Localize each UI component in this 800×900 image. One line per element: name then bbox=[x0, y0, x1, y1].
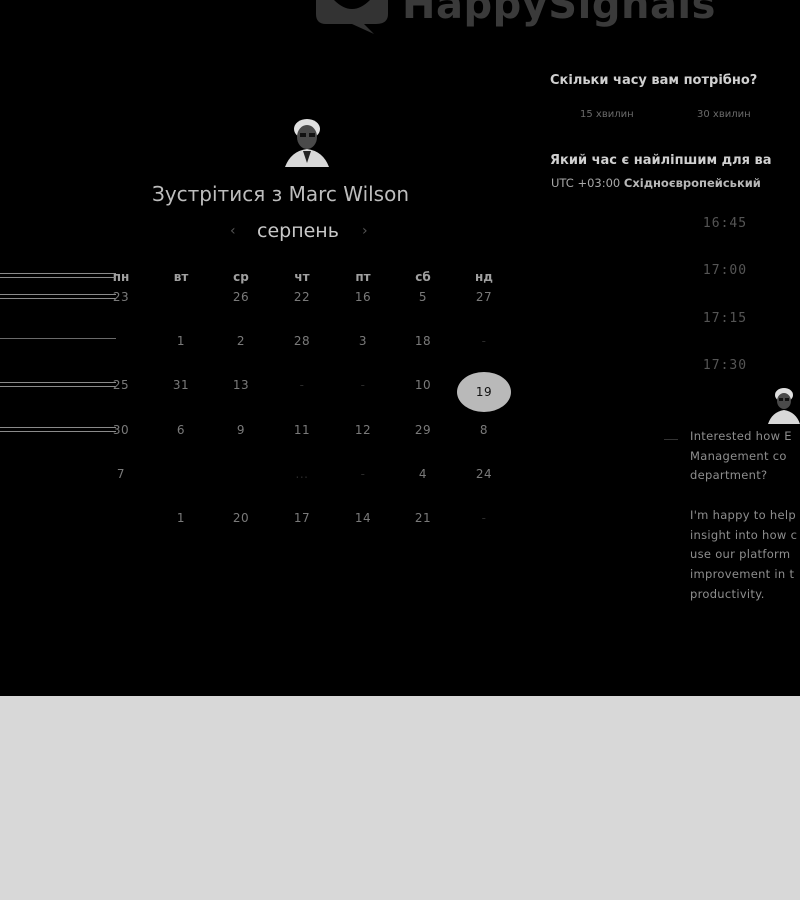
month-label: серпень bbox=[257, 220, 339, 242]
weekday-sun: нд bbox=[475, 270, 493, 284]
calendar-day[interactable]: 31 bbox=[161, 378, 201, 392]
brand-name: HappySignals bbox=[402, 0, 716, 28]
calendar-day: ... bbox=[295, 467, 309, 481]
weekday-sat: сб bbox=[415, 270, 431, 284]
calendar-day[interactable]: 29 bbox=[403, 423, 443, 437]
calendar-day[interactable]: 2 bbox=[221, 334, 261, 348]
divider-line bbox=[0, 427, 116, 432]
duration-option-15[interactable]: 15 хвилин bbox=[580, 109, 634, 120]
calendar-day[interactable]: 19 bbox=[457, 372, 511, 412]
host-bio-paragraph: Interested how E Management co departmen… bbox=[690, 429, 792, 483]
time-slot[interactable]: 17:00 bbox=[680, 263, 770, 278]
weekday-tue: вт bbox=[173, 270, 189, 284]
time-question: Який час є найліпшим для ва bbox=[550, 153, 772, 168]
calendar-day[interactable]: 25 bbox=[101, 378, 141, 392]
calendar-day[interactable]: 22 bbox=[282, 290, 322, 304]
calendar-day: - bbox=[360, 467, 366, 481]
divider-line bbox=[0, 338, 116, 339]
calendar-day[interactable]: 16 bbox=[343, 290, 383, 304]
timezone-offset: UTC +03:00 bbox=[551, 176, 621, 190]
calendar-day[interactable]: 5 bbox=[403, 290, 443, 304]
month-navigation: ‹ серпень › bbox=[228, 220, 378, 246]
calendar-day[interactable]: 26 bbox=[221, 290, 261, 304]
time-slot[interactable]: 16:45 bbox=[680, 216, 770, 231]
calendar-day[interactable]: 7 bbox=[101, 467, 141, 481]
time-slot[interactable]: 17:15 bbox=[680, 311, 770, 326]
calendar-day[interactable]: 3 bbox=[343, 334, 383, 348]
calendar-day[interactable]: 9 bbox=[221, 423, 261, 437]
timezone-selector[interactable]: UTC +03:00 Східноєвропейський bbox=[551, 176, 761, 190]
meeting-title: Зустрітися з Marc Wilson bbox=[152, 182, 410, 206]
chevron-left-icon[interactable]: ‹ bbox=[230, 223, 236, 239]
calendar-day[interactable]: 24 bbox=[464, 467, 504, 481]
calendar-day[interactable]: 13 bbox=[221, 378, 261, 392]
calendar-day[interactable]: 14 bbox=[343, 511, 383, 525]
timezone-name: Східноєвропейський bbox=[623, 176, 761, 190]
calendar-day[interactable]: 11 bbox=[282, 423, 322, 437]
divider-line bbox=[0, 382, 116, 387]
calendar-day[interactable]: 1 bbox=[161, 511, 201, 525]
calendar-day: - bbox=[481, 511, 487, 525]
calendar-day[interactable]: 10 bbox=[403, 378, 443, 392]
calendar-day: - bbox=[360, 378, 366, 392]
calendar-day[interactable]: 18 bbox=[403, 334, 443, 348]
scheduler-panel: HappySignals Зустрітися з Marc Wilson ‹ … bbox=[0, 0, 800, 696]
duration-option-30[interactable]: 30 хвилин bbox=[697, 109, 751, 120]
calendar-day: - bbox=[299, 378, 305, 392]
calendar-day[interactable]: 23 bbox=[101, 290, 141, 304]
divider-line bbox=[0, 294, 116, 299]
weekday-wed: ср bbox=[233, 270, 249, 284]
divider-line bbox=[664, 439, 678, 440]
divider-line bbox=[0, 273, 116, 278]
time-slot[interactable]: 17:30 bbox=[680, 358, 770, 373]
calendar-day[interactable]: 4 bbox=[403, 467, 443, 481]
calendar-day: - bbox=[481, 334, 487, 348]
calendar-day[interactable]: 1 bbox=[161, 334, 201, 348]
calendar-day[interactable]: 21 bbox=[403, 511, 443, 525]
weekday-fri: пт bbox=[355, 270, 371, 284]
duration-question: Скільки часу вам потрібно? bbox=[550, 73, 758, 88]
calendar-day[interactable]: 17 bbox=[282, 511, 322, 525]
chevron-right-icon[interactable]: › bbox=[362, 223, 368, 239]
calendar-day[interactable]: 6 bbox=[161, 423, 201, 437]
calendar-day[interactable]: 28 bbox=[282, 334, 322, 348]
calendar-day[interactable]: 20 bbox=[221, 511, 261, 525]
calendar-day[interactable]: 8 bbox=[464, 423, 504, 437]
calendar-day[interactable]: 27 bbox=[464, 290, 504, 304]
host-avatar-small bbox=[768, 388, 800, 424]
calendar-day[interactable]: 30 bbox=[101, 423, 141, 437]
host-avatar bbox=[281, 115, 333, 167]
weekday-thu: чт bbox=[294, 270, 310, 284]
calendar-day[interactable]: 12 bbox=[343, 423, 383, 437]
host-bio-paragraph: I'm happy to help insight into how c use… bbox=[690, 508, 798, 601]
